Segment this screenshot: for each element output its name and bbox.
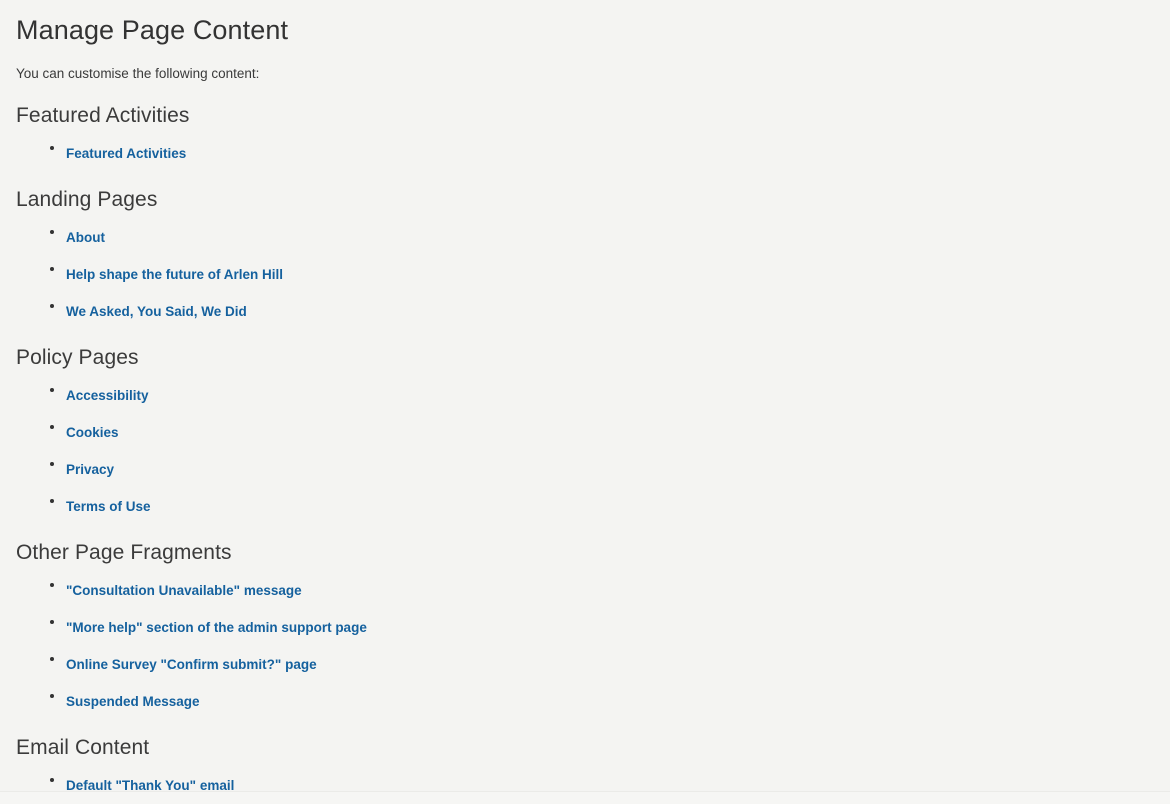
section-heading: Policy Pages [16, 346, 139, 369]
list-item: Cookies [16, 408, 1154, 445]
content-link[interactable]: "More help" section of the admin support… [66, 620, 367, 636]
bullet-icon [50, 266, 54, 271]
manage-page-content-page: Manage Page Content You can customise th… [0, 0, 1170, 798]
bullet-icon [50, 619, 54, 624]
bullet-icon [50, 656, 54, 661]
bullet-icon [50, 145, 54, 150]
list-item: Accessibility [16, 371, 1154, 408]
list-item: Help shape the future of Arlen Hill [16, 250, 1154, 287]
list-item: "More help" section of the admin support… [16, 603, 1154, 640]
list-item: Terms of Use [16, 482, 1154, 519]
list-item: "Consultation Unavailable" message [16, 566, 1154, 603]
section-link-list: About Help shape the future of Arlen Hill… [16, 213, 1154, 324]
list-item: About [16, 213, 1154, 250]
content-link[interactable]: Featured Activities [66, 146, 186, 162]
content-link[interactable]: We Asked, You Said, We Did [66, 304, 247, 320]
content-section: Featured Activities Featured Activities [16, 82, 1154, 166]
footer-band [0, 792, 1170, 804]
content-link[interactable]: Cookies [66, 425, 119, 441]
content-link[interactable]: Privacy [66, 462, 114, 478]
content-link[interactable]: "Consultation Unavailable" message [66, 583, 302, 599]
content-link[interactable]: About [66, 230, 105, 246]
section-heading: Other Page Fragments [16, 541, 232, 564]
bullet-icon [50, 229, 54, 234]
bullet-icon [50, 693, 54, 698]
content-section: Other Page Fragments "Consultation Unavai… [16, 519, 1154, 714]
section-link-list: "Consultation Unavailable" message "More … [16, 566, 1154, 714]
section-heading: Email Content [16, 736, 150, 759]
content-link[interactable]: Terms of Use [66, 499, 151, 515]
section-heading: Featured Activities [16, 104, 190, 127]
bullet-icon [50, 303, 54, 308]
content-section: Landing Pages About Help shape the future … [16, 166, 1154, 324]
content-link[interactable]: Accessibility [66, 388, 149, 404]
section-link-list: Featured Activities [16, 129, 1154, 166]
bullet-icon [50, 387, 54, 392]
bullet-icon [50, 582, 54, 587]
list-item: Suspended Message [16, 677, 1154, 714]
content-section: Policy Pages Accessibility Cookies Privacy T… [16, 324, 1154, 519]
bullet-icon [50, 461, 54, 466]
list-item: Privacy [16, 445, 1154, 482]
bullet-icon [50, 498, 54, 503]
bullet-icon [50, 424, 54, 429]
page-intro-text: You can customise the following content: [16, 66, 260, 81]
list-item: Online Survey "Confirm submit?" page [16, 640, 1154, 677]
content-link[interactable]: Online Survey "Confirm submit?" page [66, 657, 317, 673]
section-heading: Landing Pages [16, 188, 158, 211]
content-section: Email Content Default "Thank You" email [16, 714, 1154, 798]
list-item: Featured Activities [16, 129, 1154, 166]
section-link-list: Accessibility Cookies Privacy Terms of Use [16, 371, 1154, 519]
list-item: We Asked, You Said, We Did [16, 287, 1154, 324]
bullet-icon [50, 777, 54, 782]
content-link[interactable]: Suspended Message [66, 694, 200, 710]
page-title: Manage Page Content [16, 15, 289, 45]
content-link[interactable]: Help shape the future of Arlen Hill [66, 267, 283, 283]
content-sections: Featured Activities Featured Activities La… [16, 82, 1154, 798]
